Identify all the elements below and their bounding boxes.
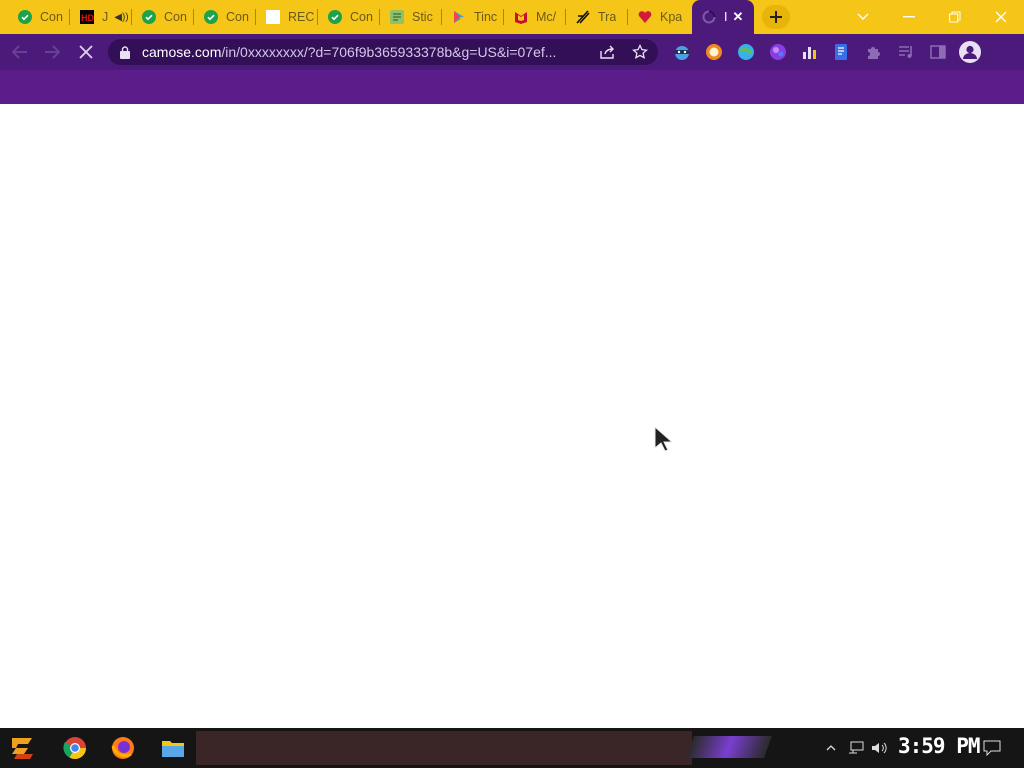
mcafee-icon xyxy=(514,10,528,24)
taskbar-firefox[interactable] xyxy=(104,732,142,764)
svg-text:HD: HD xyxy=(81,13,94,23)
play-store-icon xyxy=(452,10,466,24)
tab-title: Tra xyxy=(598,10,617,24)
close-tab-icon[interactable]: ✕ xyxy=(730,9,746,25)
url-text: camose.com/in/0xxxxxxxx/?d=706f9b3659333… xyxy=(142,44,592,60)
start-button[interactable] xyxy=(4,732,44,764)
chevron-up-icon xyxy=(826,745,836,751)
bookmark-bar xyxy=(0,70,1024,104)
tab-title: Tinc xyxy=(474,10,498,24)
tab-title: I xyxy=(724,10,728,24)
tab-active[interactable]: I ✕ xyxy=(692,0,754,34)
tab-strip: Con HD J ◀)) Con Con REC Con Stic Tinc M… xyxy=(0,0,1024,34)
green-check-icon xyxy=(142,10,156,24)
tab[interactable]: Tinc xyxy=(442,0,504,34)
close-icon xyxy=(995,11,1007,23)
mouse-cursor-icon xyxy=(654,425,674,457)
extension-purple-orb-icon[interactable] xyxy=(768,42,788,62)
network-button[interactable] xyxy=(846,728,866,768)
plus-icon xyxy=(770,11,782,23)
volume-button[interactable] xyxy=(870,728,890,768)
new-tab-button[interactable] xyxy=(762,5,790,29)
start-logo-icon xyxy=(12,738,33,759)
tab-title: Con xyxy=(40,10,63,24)
tab-title: Kpa xyxy=(660,10,683,24)
tab-title: Con xyxy=(226,10,249,24)
restore-icon xyxy=(949,11,961,23)
tab-title: Mc/ xyxy=(536,10,557,24)
taskbar-accent xyxy=(685,736,773,758)
taskbar-running-apps xyxy=(196,731,692,765)
green-check-icon xyxy=(204,10,218,24)
tab[interactable]: Mc/ xyxy=(504,0,566,34)
media-control-icon[interactable] xyxy=(896,42,916,62)
heart-icon xyxy=(638,10,652,24)
volume-icon xyxy=(872,742,887,754)
minimize-button[interactable] xyxy=(886,0,932,34)
extensions-puzzle-icon[interactable] xyxy=(864,42,884,62)
tab[interactable]: Con xyxy=(318,0,380,34)
blank-page-icon xyxy=(266,10,280,24)
star-icon xyxy=(632,44,648,59)
stop-loading-button[interactable] xyxy=(74,40,98,64)
url-path: /in/0xxxxxxxx/?d=706f9b365933378b&g=US&i… xyxy=(221,44,557,60)
tab[interactable]: Con xyxy=(194,0,256,34)
taskbar-file-explorer[interactable] xyxy=(154,732,192,764)
show-hidden-icons-button[interactable] xyxy=(824,728,838,768)
close-icon xyxy=(79,45,93,59)
restore-button[interactable] xyxy=(932,0,978,34)
folder-icon xyxy=(162,741,184,757)
tab[interactable]: Con xyxy=(8,0,70,34)
taskbar: 3:59 PM xyxy=(0,728,1024,768)
close-window-button[interactable] xyxy=(978,0,1024,34)
tab[interactable]: Kpa xyxy=(628,0,690,34)
taskbar-chrome[interactable] xyxy=(56,732,94,764)
url-host: camose.com xyxy=(142,44,222,60)
hd-icon: HD xyxy=(80,10,94,24)
tab[interactable]: HD J ◀)) xyxy=(70,0,132,34)
green-check-icon xyxy=(18,10,32,24)
arrow-right-icon xyxy=(45,45,60,59)
extension-notes-icon[interactable] xyxy=(832,42,852,62)
share-button[interactable] xyxy=(598,42,618,62)
chevron-down-icon xyxy=(857,13,869,20)
tab-title: J xyxy=(102,10,109,24)
tab-title: Con xyxy=(350,10,373,24)
tab[interactable]: Con xyxy=(132,0,194,34)
notification-icon xyxy=(983,740,1001,756)
side-panel-icon[interactable] xyxy=(928,42,948,62)
tracker-icon xyxy=(576,10,590,24)
notifications-button[interactable] xyxy=(980,728,1004,768)
tab-title: Con xyxy=(164,10,187,24)
speaker-icon: ◀)) xyxy=(114,11,129,23)
page-content xyxy=(0,104,1024,728)
extension-ninja-icon[interactable] xyxy=(672,42,692,62)
firefox-icon xyxy=(111,737,134,759)
bookmark-star-button[interactable] xyxy=(630,42,650,62)
minimize-icon xyxy=(903,16,915,18)
extension-chart-icon[interactable] xyxy=(800,42,820,62)
browser-toolbar: camose.com/in/0xxxxxxxx/?d=706f9b3659333… xyxy=(0,34,1024,70)
profile-avatar-icon[interactable] xyxy=(958,40,982,64)
address-bar[interactable]: camose.com/in/0xxxxxxxx/?d=706f9b3659333… xyxy=(108,39,658,65)
back-button[interactable] xyxy=(8,40,32,64)
green-check-icon xyxy=(328,10,342,24)
share-icon xyxy=(600,45,614,59)
sticker-icon xyxy=(390,10,404,24)
loading-spinner-icon xyxy=(702,10,716,24)
tab[interactable]: Tra xyxy=(566,0,628,34)
tab-title: REC xyxy=(288,10,315,24)
tab[interactable]: Stic xyxy=(380,0,442,34)
lock-icon xyxy=(120,45,130,59)
extension-globe-icon[interactable] xyxy=(736,42,756,62)
forward-button[interactable] xyxy=(40,40,64,64)
arrow-left-icon xyxy=(12,45,27,59)
chrome-icon xyxy=(63,737,86,759)
taskbar-clock[interactable]: 3:59 PM xyxy=(898,734,981,758)
tab-search-button[interactable] xyxy=(840,0,886,34)
tab-title: Stic xyxy=(412,10,433,24)
network-icon xyxy=(849,741,864,754)
tab[interactable]: REC xyxy=(256,0,318,34)
extension-orange-circle-icon[interactable] xyxy=(704,42,724,62)
